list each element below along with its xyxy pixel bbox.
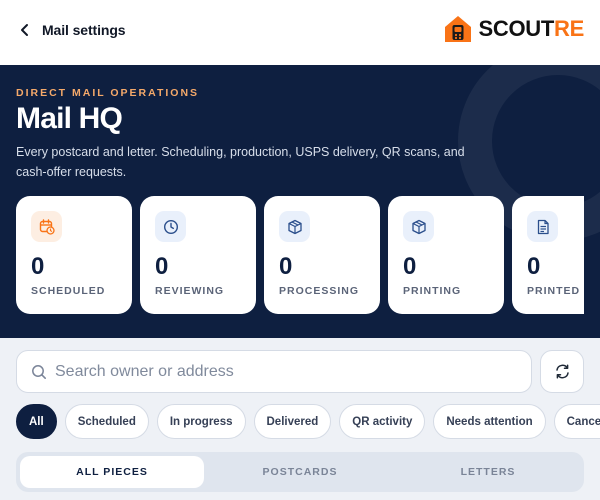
- filter-chip-cancelled[interactable]: Cancelled: [553, 404, 600, 439]
- refresh-icon: [555, 364, 569, 379]
- search-bar: [16, 350, 532, 393]
- house-logo-icon: [444, 16, 471, 42]
- chevron-left-icon: [21, 24, 28, 36]
- brand-wordmark: SCOUTRE: [478, 16, 585, 41]
- refresh-button[interactable]: [540, 350, 584, 393]
- filter-chip-in-progress[interactable]: In progress: [156, 404, 246, 439]
- stat-label: PRINTED: [527, 285, 581, 297]
- stat-card-printing[interactable]: 0 PRINTING: [388, 196, 504, 314]
- stat-value: 0: [527, 253, 541, 280]
- hero-eyebrow: DIRECT MAIL OPERATIONS: [16, 87, 200, 99]
- calendar-clock-icon: [31, 211, 62, 242]
- filter-chips: All Scheduled In progress Delivered QR a…: [0, 404, 600, 440]
- stat-value: 0: [403, 253, 417, 280]
- stat-value: 0: [279, 253, 293, 280]
- page-title: Mail HQ: [16, 102, 123, 135]
- stats-row: 0 SCHEDULED 0 REVIEWING 0 PROCESSING 0 P…: [0, 196, 584, 314]
- back-label: Mail settings: [42, 22, 126, 38]
- stat-label: SCHEDULED: [31, 285, 106, 297]
- stat-value: 0: [31, 253, 45, 280]
- search-input[interactable]: [55, 362, 495, 381]
- stat-card-printed[interactable]: 0 PRINTED: [512, 196, 584, 314]
- tab-letters[interactable]: LETTERS: [396, 456, 580, 488]
- tab-postcards[interactable]: POSTCARDS: [208, 456, 392, 488]
- stat-card-processing[interactable]: 0 PROCESSING: [264, 196, 380, 314]
- filter-chip-scheduled[interactable]: Scheduled: [64, 404, 149, 439]
- document-icon: [527, 211, 558, 242]
- piece-type-tabs: ALL PIECES POSTCARDS LETTERS: [16, 452, 584, 492]
- filter-chip-needs-attention[interactable]: Needs attention: [433, 404, 546, 439]
- stat-label: PROCESSING: [279, 285, 360, 297]
- tab-all-pieces[interactable]: ALL PIECES: [20, 456, 204, 488]
- stat-card-reviewing[interactable]: 0 REVIEWING: [140, 196, 256, 314]
- stat-label: PRINTING: [403, 285, 462, 297]
- brand-logo: SCOUTRE: [443, 14, 584, 44]
- stat-value: 0: [155, 253, 169, 280]
- search-icon: [31, 364, 47, 380]
- filter-chip-delivered[interactable]: Delivered: [253, 404, 332, 439]
- package-icon: [279, 211, 310, 242]
- stat-card-scheduled[interactable]: 0 SCHEDULED: [16, 196, 132, 314]
- back-button[interactable]: Mail settings: [18, 22, 126, 38]
- clock-icon: [155, 211, 186, 242]
- hero-description: Every postcard and letter. Scheduling, p…: [16, 145, 465, 179]
- top-bar: Mail settings SCOUTRE: [0, 0, 600, 65]
- package-icon: [403, 211, 434, 242]
- filter-chip-all[interactable]: All: [16, 404, 57, 439]
- stat-label: REVIEWING: [155, 285, 225, 297]
- hero-panel: DIRECT MAIL OPERATIONS Mail HQ Every pos…: [0, 65, 600, 338]
- filter-chip-qr-activity[interactable]: QR activity: [339, 404, 426, 439]
